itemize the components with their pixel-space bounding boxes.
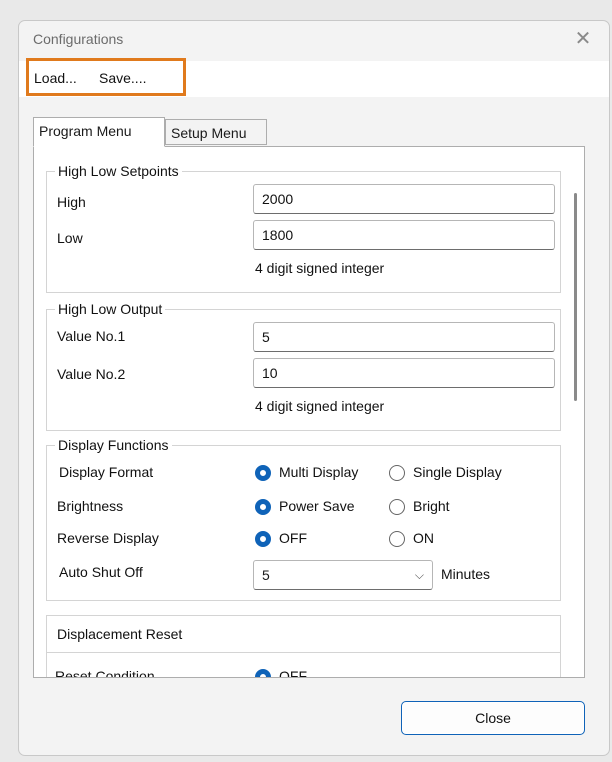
low-label: Low [57,230,83,246]
group-displacement-reset-outer: Displacement Reset Reset Condition OFF [46,615,561,678]
output-hint: 4 digit signed integer [255,398,385,414]
tab-setup-menu[interactable]: Setup Menu [165,119,267,145]
high-label: High [57,194,86,210]
radio-label: Single Display [413,464,502,480]
displacement-reset-title: Displacement Reset [57,626,183,642]
title-bar: Configurations ✕ [19,21,609,61]
value1-label: Value No.1 [57,328,126,344]
menu-save[interactable]: Save.... [99,70,146,86]
reset-condition-label: Reset Condition [55,668,155,678]
radio-label: Power Save [279,498,355,514]
radio-label: OFF [279,668,307,678]
divider [47,652,560,653]
group-high-low-setpoints: High Low Setpoints High 2000 Low 1800 4 … [46,163,561,293]
radio-label: Bright [413,498,450,514]
radio-selected-icon [255,669,271,677]
group-title: High Low Output [55,301,166,317]
close-button[interactable]: Close [401,701,585,735]
low-field[interactable]: 1800 [253,220,555,250]
radio-unselected-icon [389,531,405,547]
select-value: 5 [262,567,270,583]
value2-label: Value No.2 [57,366,126,382]
group-display-functions: Display Functions Display Format Multi D… [46,437,561,601]
vertical-scrollbar[interactable] [568,147,584,677]
minutes-label: Minutes [441,566,491,582]
menu-load[interactable]: Load... [34,70,77,86]
display-format-label: Display Format [59,464,154,480]
scrollbar-thumb[interactable] [574,193,577,401]
configurations-dialog: Configurations ✕ Load... Save.... Progra… [18,20,610,756]
value2-field[interactable]: 10 [253,358,555,388]
radio-label: Multi Display [279,464,359,480]
radio-unselected-icon [389,465,405,481]
group-title: High Low Setpoints [55,163,182,179]
close-icon[interactable]: ✕ [571,27,595,51]
brightness-label: Brightness [57,498,124,514]
group-high-low-output: High Low Output Value No.1 5 Value No.2 … [46,301,561,431]
radio-unselected-icon [389,499,405,515]
radio-label: OFF [279,530,307,546]
window-title: Configurations [33,31,124,47]
setpoints-hint: 4 digit signed integer [255,260,385,276]
reverse-display-label: Reverse Display [57,530,159,546]
radio-selected-icon [255,531,271,547]
menu-bar: Load... Save.... [19,58,609,97]
auto-shut-off-label: Auto Shut Off [59,564,143,580]
radio-label: ON [413,530,434,546]
group-title: Display Functions [55,437,172,453]
tab-program-menu[interactable]: Program Menu [33,117,165,147]
program-menu-panel: High Low Setpoints High 2000 Low 1800 4 … [33,146,585,678]
auto-shut-off-select[interactable]: 5 ⌵ [253,560,433,590]
radio-selected-icon [255,465,271,481]
value1-field[interactable]: 5 [253,322,555,352]
chevron-down-icon: ⌵ [414,568,424,582]
radio-selected-icon [255,499,271,515]
high-field[interactable]: 2000 [253,184,555,214]
